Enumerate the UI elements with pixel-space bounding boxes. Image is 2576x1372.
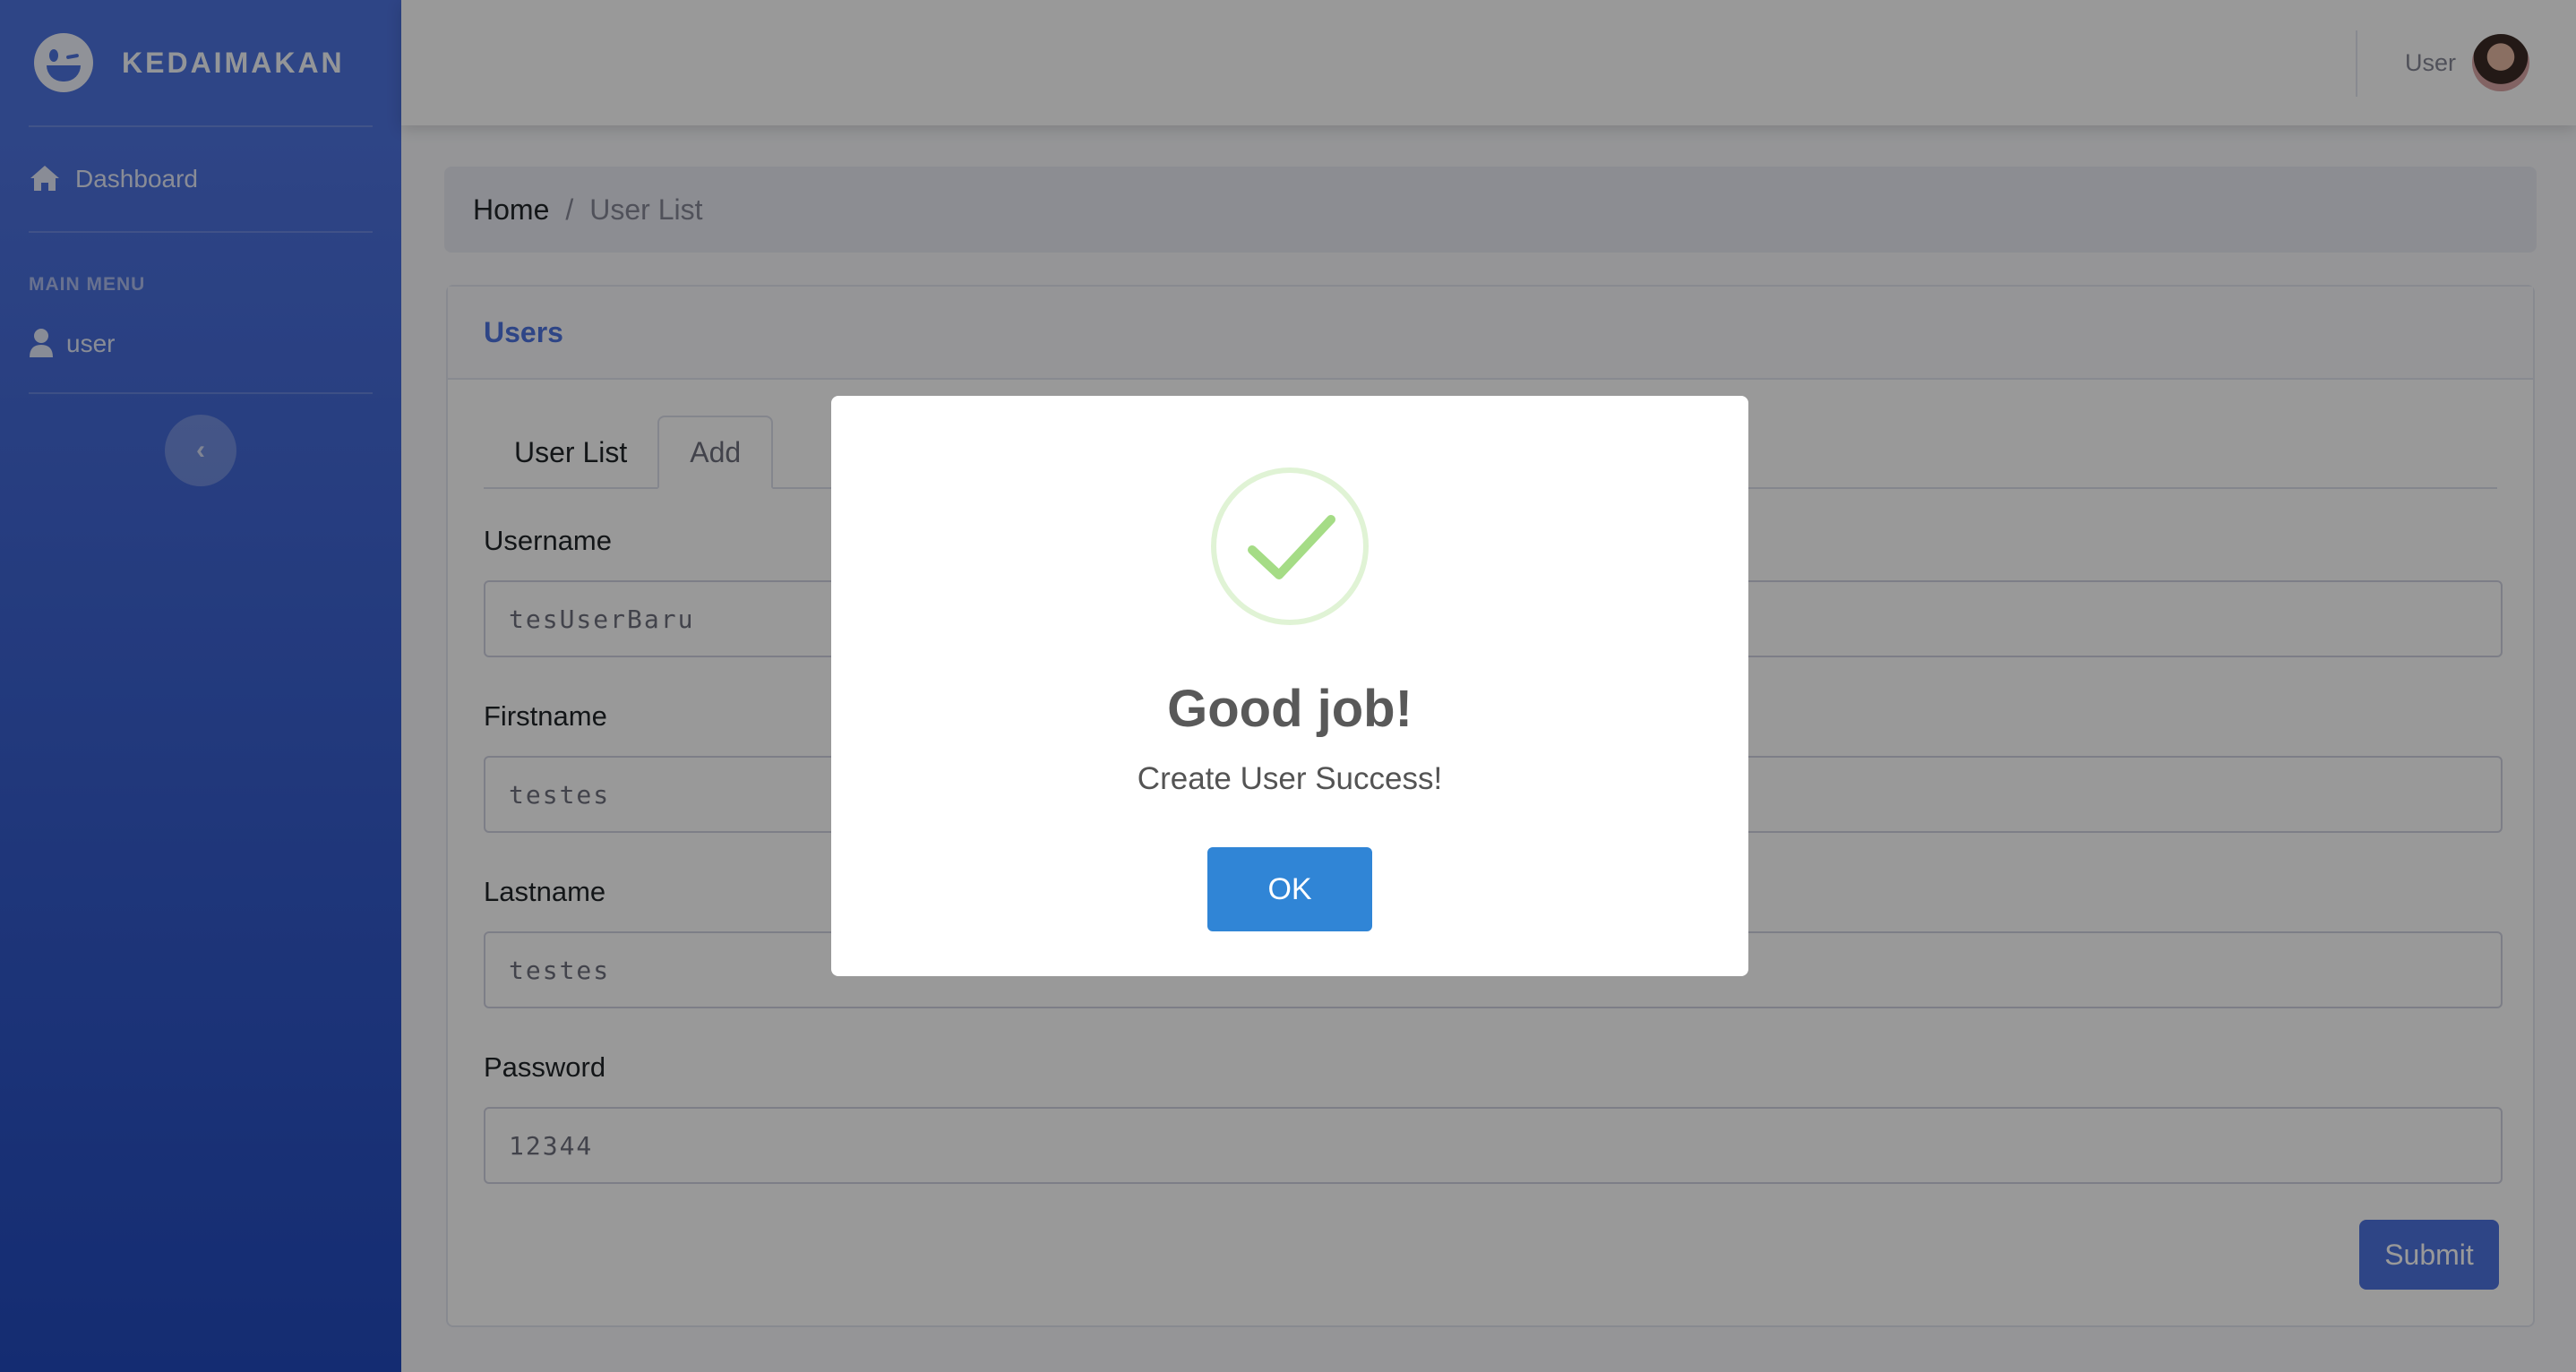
success-dialog: Good job! Create User Success! OK — [831, 396, 1748, 976]
dialog-message: Create User Success! — [1137, 761, 1443, 796]
ok-button[interactable]: OK — [1207, 847, 1372, 931]
success-check-icon — [1211, 467, 1369, 625]
dialog-title: Good job! — [1167, 680, 1413, 738]
